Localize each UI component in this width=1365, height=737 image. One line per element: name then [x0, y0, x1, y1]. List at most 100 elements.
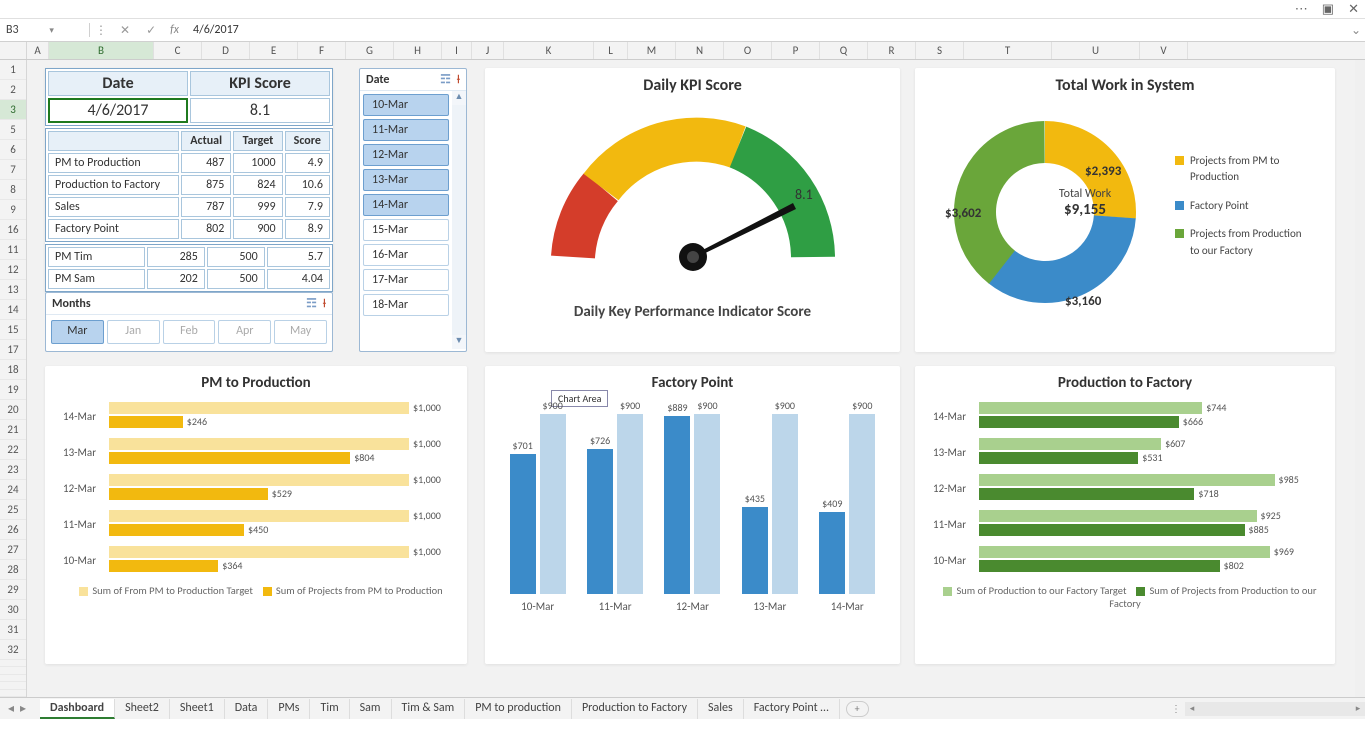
- cell-label[interactable]: Factory Point: [48, 219, 179, 239]
- column-header-D[interactable]: D: [202, 42, 250, 59]
- add-sheet-button[interactable]: +: [846, 701, 869, 717]
- row-header-21[interactable]: 21: [0, 420, 26, 440]
- column-header-I[interactable]: I: [442, 42, 472, 59]
- cell-label[interactable]: PM to Production: [48, 153, 179, 173]
- cell-actual[interactable]: 487: [181, 153, 231, 173]
- row-header-3[interactable]: 3: [0, 100, 26, 120]
- column-header-C[interactable]: C: [154, 42, 202, 59]
- sheet-tab-pm-to-production[interactable]: PM to production: [465, 699, 572, 719]
- row-header-1[interactable]: 1: [0, 60, 26, 80]
- column-header-K[interactable]: K: [504, 42, 594, 59]
- month-item-feb[interactable]: Feb: [163, 320, 216, 344]
- date-slicer[interactable]: Date ☶ ⟊ 10-Mar11-Mar12-Mar13-Mar14-Mar1…: [359, 68, 467, 352]
- vertical-scrollbar[interactable]: [1355, 60, 1365, 697]
- row-header-30[interactable]: 30: [0, 600, 26, 620]
- sheet-tab-tim[interactable]: Tim: [310, 699, 349, 719]
- selected-cell-b3[interactable]: 4/6/2017: [48, 98, 188, 123]
- row-header-31[interactable]: 31: [0, 620, 26, 640]
- clear-filter-icon[interactable]: ⟊: [457, 73, 460, 87]
- row-header-9[interactable]: 9: [0, 200, 26, 220]
- date-item-11-mar[interactable]: 11-Mar: [363, 119, 449, 141]
- row-header-18[interactable]: 18: [0, 360, 26, 380]
- row-header-7[interactable]: 7: [0, 160, 26, 180]
- clear-filter-icon[interactable]: ⟊: [323, 297, 326, 311]
- cell-target[interactable]: 999: [233, 197, 282, 217]
- row-header-15[interactable]: 15: [0, 320, 26, 340]
- row-header-20[interactable]: 20: [0, 400, 26, 420]
- date-item-13-mar[interactable]: 13-Mar: [363, 169, 449, 191]
- cancel-icon[interactable]: ✕: [112, 23, 138, 38]
- column-header-F[interactable]: F: [298, 42, 346, 59]
- total-work-donut-card[interactable]: Total Work in System $2,393 $3,160 $3,60…: [915, 68, 1335, 352]
- row-header-22[interactable]: 22: [0, 440, 26, 460]
- fx-icon[interactable]: fx: [164, 23, 185, 37]
- row-header-28[interactable]: 28: [0, 560, 26, 580]
- horizontal-scrollbar[interactable]: ◂▸: [1185, 702, 1365, 716]
- column-header-U[interactable]: U: [1052, 42, 1140, 59]
- pm-to-production-chart-card[interactable]: PM to Production 14-Mar$1,000$24613-Mar$…: [45, 366, 467, 664]
- column-header-J[interactable]: J: [472, 42, 504, 59]
- date-item-15-mar[interactable]: 15-Mar: [363, 219, 449, 241]
- row-header-13[interactable]: 13: [0, 280, 26, 300]
- month-item-may[interactable]: May: [274, 320, 327, 344]
- sheet-tab-dashboard[interactable]: Dashboard: [40, 699, 115, 719]
- month-item-jan[interactable]: Jan: [107, 320, 160, 344]
- cell-score[interactable]: 4.9: [285, 153, 330, 173]
- factory-point-chart-card[interactable]: Chart Area Factory Point $701$900$726$90…: [485, 366, 900, 664]
- cell-label[interactable]: Production to Factory: [48, 175, 179, 195]
- column-header-Q[interactable]: Q: [820, 42, 868, 59]
- months-slicer[interactable]: Months ☶ ⟊ MarJanFebAprMay: [45, 292, 333, 352]
- column-header-M[interactable]: M: [628, 42, 676, 59]
- multiselect-icon[interactable]: ☶: [306, 296, 317, 311]
- column-header-S[interactable]: S: [916, 42, 964, 59]
- prev-sheet-icon[interactable]: ◂: [8, 701, 14, 716]
- row-header-2[interactable]: 2: [0, 80, 26, 100]
- date-item-17-mar[interactable]: 17-Mar: [363, 269, 449, 291]
- more-icon[interactable]: ⋯: [1295, 2, 1308, 17]
- row-header-27[interactable]: 27: [0, 540, 26, 560]
- row-header-25[interactable]: 25: [0, 500, 26, 520]
- sheet-tab-sheet2[interactable]: Sheet2: [115, 699, 170, 719]
- row-header-26[interactable]: 26: [0, 520, 26, 540]
- row-header-14[interactable]: 14: [0, 300, 26, 320]
- sheet-tab-sam[interactable]: Sam: [350, 699, 392, 719]
- date-item-16-mar[interactable]: 16-Mar: [363, 244, 449, 266]
- row-header-16[interactable]: 16: [0, 220, 26, 240]
- column-header-R[interactable]: R: [868, 42, 916, 59]
- multiselect-icon[interactable]: ☶: [440, 72, 451, 87]
- cell-actual[interactable]: 875: [181, 175, 231, 195]
- worksheet-grid[interactable]: Date KPI Score 4/6/2017 8.1 ActualTarget…: [27, 60, 1365, 697]
- cell-label[interactable]: Sales: [48, 197, 179, 217]
- name-box[interactable]: B3 ▾: [0, 23, 90, 37]
- cell-target[interactable]: 824: [233, 175, 282, 195]
- row-header-8[interactable]: 8: [0, 180, 26, 200]
- sheet-tab-tim-sam[interactable]: Tim & Sam: [392, 699, 466, 719]
- column-header-T[interactable]: T: [964, 42, 1052, 59]
- cell-target[interactable]: 500: [207, 269, 265, 289]
- column-header-H[interactable]: H: [394, 42, 442, 59]
- cell-target[interactable]: 500: [207, 247, 265, 267]
- formula-input[interactable]: 4/6/2017: [185, 23, 1347, 37]
- row-header-6[interactable]: 6: [0, 140, 26, 160]
- production-to-factory-chart-card[interactable]: Production to Factory 14-Mar$744$66613-M…: [915, 366, 1335, 664]
- row-header-19[interactable]: 19: [0, 380, 26, 400]
- cell-target[interactable]: 900: [233, 219, 282, 239]
- cell-score[interactable]: 7.9: [285, 197, 330, 217]
- select-all-corner[interactable]: [0, 42, 27, 59]
- sheet-tab-factory-point-[interactable]: Factory Point …: [744, 699, 840, 719]
- column-header-P[interactable]: P: [772, 42, 820, 59]
- month-item-apr[interactable]: Apr: [218, 320, 271, 344]
- cell-actual[interactable]: 787: [181, 197, 231, 217]
- cell-actual[interactable]: 802: [181, 219, 231, 239]
- sheet-tab-data[interactable]: Data: [225, 699, 269, 719]
- next-sheet-icon[interactable]: ▸: [20, 701, 26, 716]
- cell-target[interactable]: 1000: [233, 153, 282, 173]
- slicer-scrollbar[interactable]: ▲▼: [452, 91, 466, 349]
- date-item-14-mar[interactable]: 14-Mar: [363, 194, 449, 216]
- date-item-12-mar[interactable]: 12-Mar: [363, 144, 449, 166]
- cell-score[interactable]: 5.7: [267, 247, 330, 267]
- cell-score[interactable]: 10.6: [285, 175, 330, 195]
- column-header-G[interactable]: G: [346, 42, 394, 59]
- date-item-10-mar[interactable]: 10-Mar: [363, 94, 449, 116]
- row-header-24[interactable]: 24: [0, 480, 26, 500]
